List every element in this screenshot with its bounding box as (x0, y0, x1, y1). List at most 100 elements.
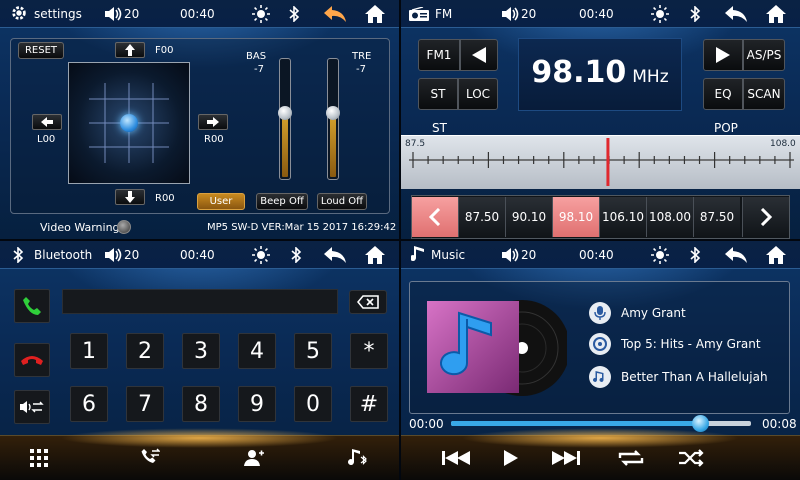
progress-track[interactable] (451, 415, 751, 432)
keypad-key[interactable]: * (350, 333, 388, 369)
page-title: FM (435, 7, 453, 21)
back-arrow-icon[interactable] (723, 245, 749, 273)
repeat-icon[interactable] (617, 446, 645, 470)
reset-button[interactable]: RESET (18, 42, 64, 59)
keypad-key[interactable]: 0 (294, 386, 332, 422)
contacts-icon[interactable] (242, 446, 266, 470)
version-text: MP5 SW-D VER:Mar 15 2017 16:29:42 (207, 222, 397, 233)
frequency-value: 98.10 (531, 55, 627, 90)
balance-right-button[interactable] (198, 114, 228, 130)
preset-button[interactable]: 106.10 (599, 197, 646, 237)
loudness-toggle[interactable]: Loud Off (317, 193, 367, 210)
page-title: Bluetooth (34, 248, 93, 262)
next-track-icon[interactable] (551, 446, 581, 470)
arrow-left-icon (41, 117, 53, 127)
keypad-key[interactable]: 8 (182, 386, 220, 422)
bluetooth-icon (689, 6, 701, 34)
seek-up-button[interactable] (703, 39, 743, 71)
balance-left-value: L00 (37, 134, 56, 145)
fader-up-button[interactable] (115, 42, 145, 58)
shuffle-icon[interactable] (677, 446, 705, 470)
preset-button[interactable]: 98.10 (552, 197, 599, 237)
music-note-icon (411, 246, 427, 274)
beep-toggle[interactable]: Beep Off (256, 193, 308, 210)
home-icon[interactable] (364, 4, 386, 32)
fader-down-button[interactable] (115, 189, 145, 205)
bass-slider-knob[interactable] (278, 106, 292, 121)
frequency-scale[interactable]: 87.5 108.0 (401, 135, 800, 189)
preset-button[interactable]: 108.00 (646, 197, 693, 237)
keypad-key[interactable]: 2 (126, 333, 164, 369)
bluetooth-status-icon (290, 247, 302, 275)
keypad-key[interactable]: 9 (238, 386, 276, 422)
brightness-icon[interactable] (252, 246, 270, 274)
bluetooth-panel: Bluetooth 20 00:40 1 2 3 4 5 * 6 7 8 9 0 # (0, 241, 399, 480)
hangup-button[interactable] (14, 343, 50, 377)
video-warning-toggle[interactable] (117, 220, 131, 234)
music-control-bar (401, 428, 800, 480)
keypad-key[interactable]: 3 (182, 333, 220, 369)
audio-transfer-icon (20, 401, 44, 413)
audio-transfer-button[interactable] (14, 390, 50, 424)
back-arrow-icon[interactable] (322, 4, 348, 32)
preset-button[interactable]: 87.50 (693, 197, 740, 237)
phone-call-icon (23, 297, 41, 315)
disc-icon (589, 333, 611, 355)
arrow-up-icon (125, 44, 135, 56)
previous-track-icon[interactable] (441, 446, 471, 470)
music-panel: Music 20 00:40 Amy Grant Top 5: Hits - A… (401, 241, 800, 480)
home-icon[interactable] (364, 245, 386, 273)
back-arrow-icon[interactable] (322, 245, 348, 273)
brightness-icon[interactable] (651, 5, 669, 33)
volume-level: 20 (124, 248, 140, 262)
bass-slider[interactable] (278, 58, 292, 180)
triangle-right-icon (716, 47, 730, 63)
frequency-unit: MHz (632, 67, 669, 87)
as-ps-button[interactable]: AS/PS (743, 39, 785, 71)
fader-balance-grid[interactable] (68, 62, 190, 184)
album-name: Top 5: Hits - Amy Grant (621, 337, 761, 351)
home-icon[interactable] (765, 4, 787, 32)
keypad-key[interactable]: 6 (70, 386, 108, 422)
user-eq-button[interactable]: User (197, 193, 245, 210)
dialpad-icon[interactable] (27, 446, 51, 470)
scan-button[interactable]: SCAN (743, 78, 785, 110)
artist-row: Amy Grant (589, 301, 686, 325)
status-bar: FM 20 00:40 (401, 0, 800, 28)
back-arrow-icon[interactable] (723, 4, 749, 32)
backspace-button[interactable] (349, 290, 387, 314)
call-log-icon[interactable] (138, 446, 162, 470)
settings-panel: settings 20 00:40 RESET F00 L00 R00 R00 (0, 0, 399, 239)
keypad-key[interactable]: 1 (70, 333, 108, 369)
settings-gear-icon[interactable] (10, 4, 28, 32)
keypad-key[interactable]: 4 (238, 333, 276, 369)
clock: 00:40 (180, 7, 215, 21)
preset-button[interactable]: 87.50 (458, 197, 505, 237)
treble-slider[interactable] (326, 58, 340, 180)
dial-number-input[interactable] (62, 289, 338, 314)
preset-prev-button[interactable] (412, 197, 458, 237)
call-button[interactable] (14, 289, 50, 323)
preset-next-button[interactable] (742, 197, 789, 237)
speaker-icon (104, 247, 122, 275)
eq-button[interactable]: EQ (703, 78, 743, 110)
keypad-key[interactable]: 5 (294, 333, 332, 369)
video-warning-label: Video Warning (40, 221, 120, 234)
seek-down-button[interactable] (460, 39, 498, 71)
stereo-button[interactable]: ST (418, 78, 458, 110)
keypad-key[interactable]: 7 (126, 386, 164, 422)
balance-left-button[interactable] (32, 114, 62, 130)
microphone-icon (589, 302, 611, 324)
bt-music-icon[interactable] (346, 446, 370, 470)
local-button[interactable]: LOC (458, 78, 498, 110)
keypad-key[interactable]: # (350, 386, 388, 422)
balance-position-knob[interactable] (120, 114, 138, 132)
bluetooth-bottom-bar (0, 428, 399, 480)
brightness-icon[interactable] (252, 5, 270, 33)
brightness-icon[interactable] (651, 246, 669, 274)
play-icon[interactable] (499, 446, 523, 470)
band-button[interactable]: FM1 (418, 39, 460, 71)
home-icon[interactable] (765, 245, 787, 273)
preset-button[interactable]: 90.10 (505, 197, 552, 237)
treble-slider-knob[interactable] (326, 106, 340, 121)
